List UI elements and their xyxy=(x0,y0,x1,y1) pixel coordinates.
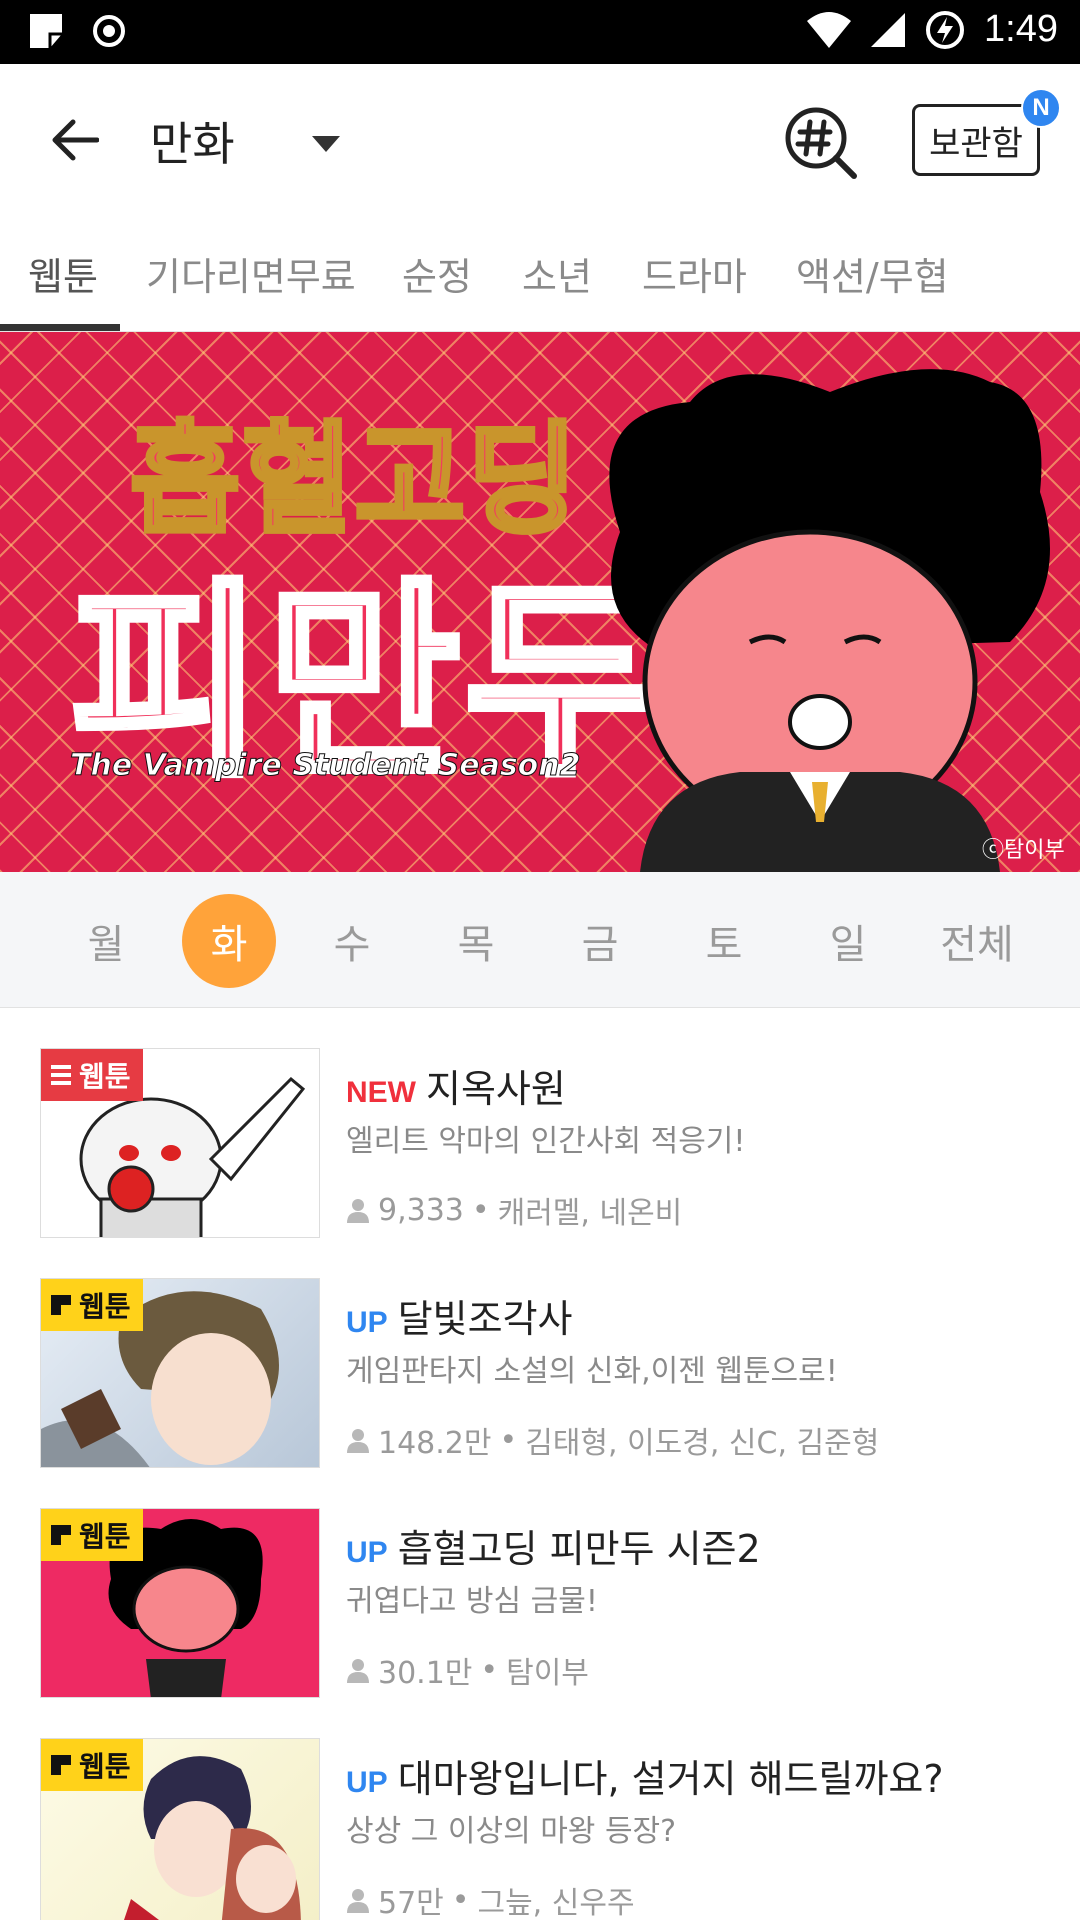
wifi-icon xyxy=(807,11,852,48)
item-meta: 57만 • 그늪, 신우주 xyxy=(346,1878,635,1920)
menu-lines-icon xyxy=(51,1065,71,1085)
item-description: 게임판타지 소설의 신화,이젠 웹툰으로! xyxy=(346,1354,838,1389)
notification-icon xyxy=(30,14,62,48)
person-icon xyxy=(347,1889,369,1913)
meta-separator: • xyxy=(451,1882,470,1918)
authors: 그늪, 신우주 xyxy=(477,1886,635,1920)
title-text: 흡혈고딩 피만두 시즌2 xyxy=(397,1527,761,1571)
webtoon-list: 웹툰 NEW 지옥사원 엘리트 악마의 인간사회 적응기! 9,333 • 캐러… xyxy=(0,1008,1080,1920)
view-count: 9,333 xyxy=(378,1192,464,1228)
thumbnail: 웹툰 xyxy=(40,1508,320,1698)
flag-icon xyxy=(51,1525,71,1545)
battery-charging-icon xyxy=(926,10,965,49)
item-title: UP 달빛조각사 xyxy=(346,1288,573,1343)
banner-subtitle: The Vampire Student Season2 xyxy=(70,748,582,784)
new-tag: NEW xyxy=(346,1076,416,1109)
day-sat[interactable]: 토 xyxy=(674,912,774,970)
meta-separator: • xyxy=(499,1422,518,1458)
item-title: NEW 지옥사원 xyxy=(346,1058,566,1113)
page-title[interactable]: 만화 xyxy=(150,108,235,174)
badge-label: 웹툰 xyxy=(79,1060,131,1093)
webtoon-badge: 웹툰 xyxy=(41,1279,143,1331)
authors: 김태형, 이도경, 신C, 김준형 xyxy=(525,1426,880,1461)
person-icon xyxy=(347,1659,369,1683)
meta-separator: • xyxy=(480,1652,499,1688)
tab-indicator xyxy=(0,324,120,331)
thumbnail: 웹툰 xyxy=(40,1278,320,1468)
day-fri[interactable]: 금 xyxy=(550,912,650,970)
list-item[interactable]: 웹툰 UP 대마왕입니다, 설거지 해드릴까요? 상상 그 이상의 마왕 등장?… xyxy=(0,1698,1080,1920)
item-description: 상상 그 이상의 마왕 등장? xyxy=(346,1814,677,1849)
caret-down-icon[interactable] xyxy=(308,132,344,156)
up-tag: UP xyxy=(346,1306,388,1339)
view-count: 30.1만 xyxy=(378,1656,473,1691)
day-selector: 월 화 수 목 금 토 일 전체 xyxy=(0,872,1080,1008)
banner-credit: ⓒ탐이부 xyxy=(982,838,1065,863)
app-bar: 만화 보관함 N xyxy=(0,64,1080,214)
day-thu[interactable]: 목 xyxy=(426,912,526,970)
tab-webtoon[interactable]: 웹툰 xyxy=(28,246,98,301)
thumbnail: 웹툰 xyxy=(40,1048,320,1238)
signal-icon xyxy=(871,12,906,47)
title-text: 지옥사원 xyxy=(426,1067,566,1111)
badge-label: 웹툰 xyxy=(79,1290,131,1323)
webtoon-badge: 웹툰 xyxy=(41,1049,143,1101)
meta-separator: • xyxy=(471,1192,490,1228)
day-mon[interactable]: 월 xyxy=(56,912,156,970)
status-bar: 1:49 xyxy=(0,0,1080,64)
featured-banner[interactable]: 흡혈고딩 피만두 The Vampire Student Season2 ⓒ탐이… xyxy=(0,332,1080,872)
item-description: 귀엽다고 방심 금물! xyxy=(346,1584,598,1619)
person-icon xyxy=(347,1429,369,1453)
tab-drama[interactable]: 드라마 xyxy=(642,246,747,301)
day-tue-selected[interactable]: 화 xyxy=(182,894,276,988)
day-wed[interactable]: 수 xyxy=(302,912,402,970)
badge-label: 웹툰 xyxy=(79,1750,131,1783)
flag-icon xyxy=(51,1295,71,1315)
back-button[interactable] xyxy=(40,110,110,170)
arrow-left-icon xyxy=(52,119,99,161)
list-item[interactable]: 웹툰 NEW 지옥사원 엘리트 악마의 인간사회 적응기! 9,333 • 캐러… xyxy=(0,1008,1080,1238)
tab-boys[interactable]: 소년 xyxy=(522,246,592,301)
new-badge: N xyxy=(1021,88,1061,128)
day-all[interactable]: 전체 xyxy=(922,912,1032,970)
authors: 탐이부 xyxy=(506,1656,589,1691)
up-tag: UP xyxy=(346,1766,388,1799)
webtoon-badge: 웹툰 xyxy=(41,1509,143,1561)
webtoon-badge: 웹툰 xyxy=(41,1739,143,1791)
item-title: UP 대마왕입니다, 설거지 해드릴까요? xyxy=(346,1748,944,1803)
category-tabs: 웹툰 기다리면무료 순정 소년 드라마 액션/무협 xyxy=(0,214,1080,332)
hashtag-search-icon[interactable] xyxy=(782,102,862,182)
authors: 캐러멜, 네온비 xyxy=(497,1196,683,1231)
tab-wait-free[interactable]: 기다리면무료 xyxy=(146,246,356,301)
list-item[interactable]: 웹툰 UP 흡혈고딩 피만두 시즌2 귀엽다고 방심 금물! 30.1만 • 탐… xyxy=(0,1468,1080,1698)
list-item[interactable]: 웹툰 UP 달빛조각사 게임판타지 소설의 신화,이젠 웹툰으로! 148.2만… xyxy=(0,1238,1080,1468)
day-sun[interactable]: 일 xyxy=(798,912,898,970)
item-meta: 30.1만 • 탐이부 xyxy=(346,1648,589,1692)
thumbnail: 웹툰 xyxy=(40,1738,320,1920)
tab-romance[interactable]: 순정 xyxy=(402,246,472,301)
up-tag: UP xyxy=(346,1536,388,1569)
clock: 1:49 xyxy=(984,8,1058,50)
item-meta: 148.2만 • 김태형, 이도경, 신C, 김준형 xyxy=(346,1418,879,1462)
item-description: 엘리트 악마의 인간사회 적응기! xyxy=(346,1124,746,1159)
view-count: 57만 xyxy=(378,1886,444,1920)
person-icon xyxy=(347,1199,369,1223)
banner-character-illustration xyxy=(609,369,1050,872)
tab-action[interactable]: 액션/무협 xyxy=(796,246,949,301)
item-meta: 9,333 • 캐러멜, 네온비 xyxy=(346,1188,682,1232)
item-title: UP 흡혈고딩 피만두 시즌2 xyxy=(346,1518,761,1573)
view-count: 148.2만 xyxy=(378,1426,492,1461)
badge-label: 웹툰 xyxy=(79,1520,131,1553)
title-text: 대마왕입니다, 설거지 해드릴까요? xyxy=(397,1757,944,1801)
sync-icon xyxy=(93,15,125,47)
flag-icon xyxy=(51,1755,71,1775)
storage-button[interactable]: 보관함 xyxy=(912,104,1040,176)
title-text: 달빛조각사 xyxy=(397,1297,573,1341)
